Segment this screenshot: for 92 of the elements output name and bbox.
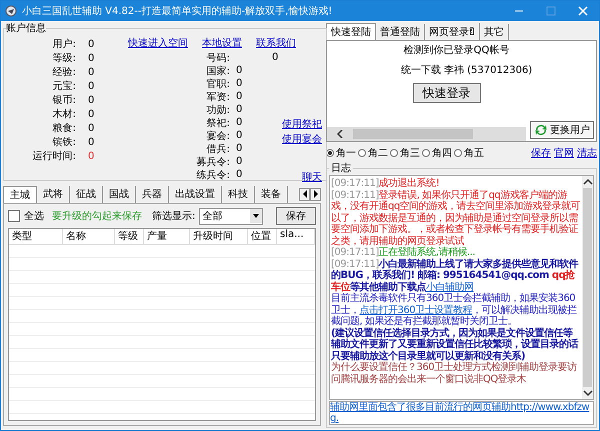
right-arrow-icon [312, 190, 318, 198]
radio-option[interactable]: 角五 [454, 146, 484, 160]
maximize-icon [546, 6, 556, 16]
field-label: 木材: [52, 108, 76, 121]
radio-option[interactable]: 角一 [326, 146, 356, 160]
field-value: 0 [236, 91, 242, 102]
radio-option[interactable]: 角二 [358, 146, 388, 160]
column-header[interactable]: 等级 [115, 229, 144, 244]
field-value: 0 [236, 117, 242, 128]
log-entry: [09:17:11]正在登陆系统,请稍候... [331, 247, 476, 258]
link[interactable]: 联系我们 [256, 36, 296, 50]
field-label: 练兵令: [196, 168, 230, 182]
field-value: 0 [236, 130, 242, 141]
field-label: 运行时间: [32, 150, 76, 163]
link[interactable]: 保存 [531, 146, 551, 160]
link[interactable]: 辅助网里面包含了很多目前流行的网页辅助http://www.xbfzwg. [329, 401, 594, 425]
column-header[interactable]: sla... [277, 229, 315, 244]
field-value: 0 [88, 38, 94, 50]
field-label: 宴会: [206, 130, 230, 142]
link[interactable]: 清志 [577, 146, 597, 160]
column-header[interactable]: 类型 [9, 229, 63, 244]
close-icon [578, 6, 588, 16]
link[interactable]: 聊天 [302, 170, 322, 184]
horizontal-scrollbar[interactable] [327, 127, 526, 141]
field-value: 0 [236, 143, 242, 154]
field-label: 祭祀: [206, 116, 230, 130]
field-label: 粮食: [52, 122, 76, 135]
field-value: 0 [272, 52, 278, 63]
field-label: 军资: [206, 90, 230, 104]
log-entry: 为什么要设置信任？360卫士处理方式检测到辅助登录要访问腾讯服务器的会出来一个窗口说非QQ登录木 [331, 362, 578, 385]
field-value: 0 [236, 65, 242, 76]
field-label: 募兵令: [196, 156, 230, 168]
field-label: 经验: [52, 66, 76, 79]
field-label: 银币: [52, 94, 76, 107]
group-title: 日志 [330, 162, 352, 175]
field-label: 等级: [52, 52, 76, 65]
left-arrow-icon [302, 190, 308, 198]
log-entry: [09:17:11]成功退出系统! [331, 178, 440, 190]
tab[interactable]: 快速登陆 [326, 23, 376, 40]
group-title: 账户信息 [6, 22, 46, 35]
status-text: 检测到你已登录QQ帐号 [404, 44, 510, 57]
account-text: 统一下载 李祎 (537012306) [400, 64, 532, 77]
checkbox[interactable] [8, 210, 20, 222]
log-entry: [09:17:11]登录错误, 如果你只开通了qq游戏客户端的游戏，没有开通qq空间的游戏，请去空间里添加游戏登录就可以了，游戏数据是互通的，因为辅助是通过空间登录所以需要空间添加下游戏。，或者检查下登录帐号有需要手机验证之类，请用辅助的网页登录试试 [331, 190, 581, 246]
field-label: 借兵: [206, 142, 230, 156]
tab[interactable]: 主城 [3, 186, 37, 202]
field-value: 0 [236, 104, 242, 115]
link[interactable]: 官网 [554, 146, 574, 160]
link[interactable]: 使用祭祀 [282, 117, 322, 131]
field-value: 0 [236, 78, 242, 89]
column-header[interactable]: 升级时间 [190, 229, 248, 244]
app-icon [5, 5, 17, 17]
quick-login-button[interactable]: 快速登录 [412, 83, 480, 103]
filter-dropdown[interactable]: 全部 [199, 208, 264, 224]
field-value: 0 [88, 108, 94, 120]
hint-text: 要升级的勾起来保存 [52, 210, 142, 223]
link[interactable]: 本地设置 [202, 36, 242, 50]
save-button[interactable]: 保存 [276, 207, 316, 225]
field-value: 0 [236, 156, 242, 167]
field-label: 号码: [206, 52, 230, 64]
checkbox-label: 全选 [24, 210, 44, 223]
refresh-icon [534, 123, 548, 137]
link[interactable]: 快速进入空间 [128, 36, 188, 50]
filter-label: 筛选显示: [152, 210, 196, 223]
field-value: 0 [88, 80, 94, 92]
vertical-scrollbar[interactable] [582, 176, 593, 399]
field-label: 镔铁: [52, 136, 76, 149]
column-header[interactable]: 产量 [144, 229, 190, 244]
field-value: 0 [88, 136, 94, 148]
field-value: 0 [88, 52, 94, 64]
log-entry: 目前主流杀毒软件只有360卫士会拦截辅助，如果安装360卫士，点击打开360卫士设置教程，可以解决辅助出现被拦截问题, 如果还是有拦截那就暂时关闭卫士。 [331, 293, 578, 327]
field-label: 功勋: [206, 104, 230, 116]
field-value: 0 [236, 169, 242, 180]
field-value: 0 [88, 66, 94, 78]
field-value: 0 [88, 122, 94, 134]
field-value: 0 [88, 150, 94, 162]
scroll-left-button[interactable] [299, 188, 310, 200]
scroll-right-button[interactable] [310, 188, 321, 200]
column-header[interactable]: 位置 [248, 229, 277, 244]
link[interactable]: 使用宴会 [282, 132, 322, 146]
field-label: 用户: [52, 38, 76, 51]
field-value: 0 [88, 94, 94, 106]
column-header[interactable]: 名称 [63, 229, 115, 244]
switch-user-button[interactable]: 更换用户 [530, 121, 594, 139]
field-label: 国家: [206, 64, 230, 78]
field-label: 官职: [206, 78, 230, 90]
log-entry: (建议设置信任选择目录方式，因为如果是文件设置信任等辅助文件更新了又要重新设置信任比较繁琐，设置目录的话只要辅助放这个目录里就可以更新和没有关系) [331, 328, 580, 362]
radio-option[interactable]: 角三 [390, 146, 420, 160]
radio-option[interactable]: 角四 [422, 146, 452, 160]
window-title: 小白三国乱世辅助 V4.82--打造最简单实用的辅助-解放双手,愉快游戏! [22, 4, 332, 18]
field-label: 元宝: [52, 80, 76, 93]
log-entry: [09:17:11]小白最新辅助上线了请大家多提供些意见和软件的BUG，联系我们! 邮箱: 995164541@qq.com qq抢车位等其他辅助下载点小白辅助网 [331, 258, 580, 292]
